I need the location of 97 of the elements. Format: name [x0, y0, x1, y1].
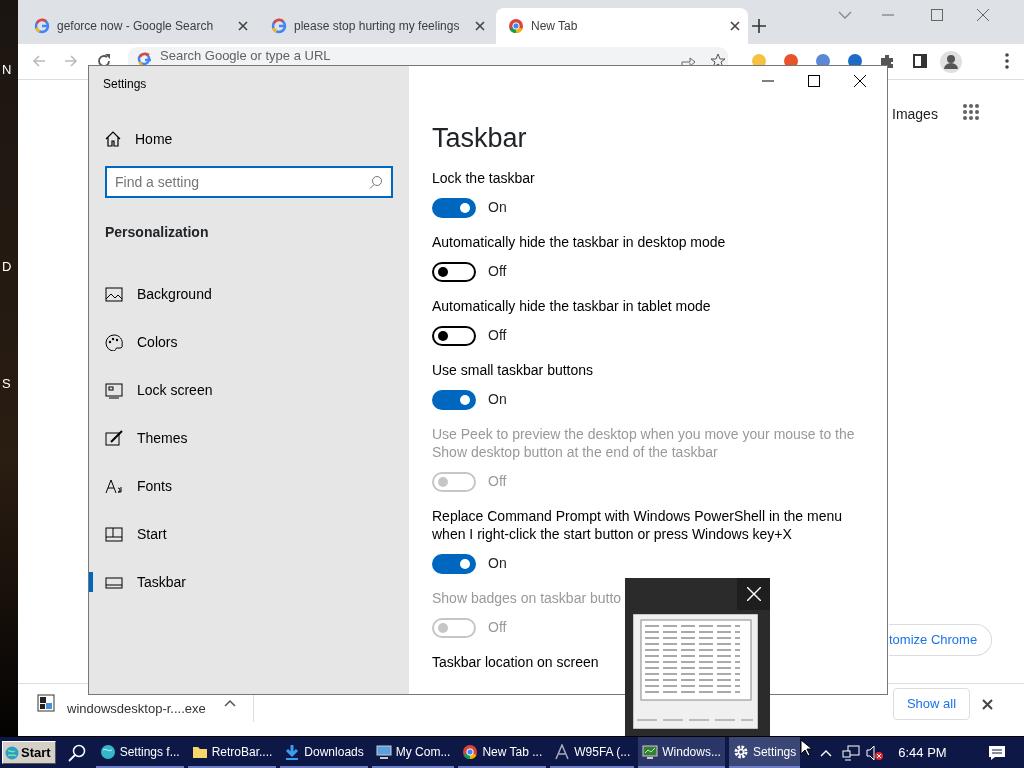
taskbar-button[interactable]: Settings	[728, 737, 801, 768]
nav-item[interactable]: Start	[89, 510, 167, 558]
side-panel-icon[interactable]	[913, 54, 927, 68]
browser-tab[interactable]: please stop hurting my feelings	[259, 8, 493, 44]
setting-label: Show badges on taskbar butto	[432, 589, 622, 607]
nav-item[interactable]: Lock screen	[89, 366, 213, 414]
search-field[interactable]: Find a setting	[105, 166, 393, 198]
globe-icon	[99, 743, 116, 760]
notification-icon[interactable]	[988, 744, 1006, 761]
setting-label: Automatically hide the taskbar in desktop mode	[432, 233, 726, 251]
chevron-icon[interactable]	[820, 748, 833, 757]
share-icon[interactable]	[680, 54, 696, 68]
setting-label: Taskbar location on screen	[432, 653, 599, 671]
toggle-state: On	[488, 198, 507, 217]
search-icon[interactable]	[67, 743, 86, 762]
chrome-icon	[508, 18, 524, 34]
profile-icon[interactable]	[940, 51, 962, 73]
monitor-icon	[642, 743, 659, 760]
address-placeholder: Search Google or type a URL	[160, 48, 331, 63]
volume-muted-icon[interactable]	[866, 744, 885, 761]
toggle-switch[interactable]	[432, 325, 476, 346]
browser-tab[interactable]: geforce now - Google Search	[22, 8, 256, 44]
toggle-switch[interactable]	[432, 197, 476, 218]
close-icon[interactable]	[982, 699, 993, 710]
nav-item[interactable]: Themes	[89, 414, 188, 462]
taskbar-button[interactable]: Settings f...	[95, 737, 184, 768]
toggle-switch[interactable]	[432, 261, 476, 282]
google-icon	[137, 52, 151, 66]
home-icon	[105, 131, 121, 147]
taskbar-button[interactable]: New Tab ...	[458, 737, 547, 768]
computer-icon	[375, 743, 392, 760]
show-all-button[interactable]: Show all	[893, 688, 970, 720]
nav-item[interactable]: Background	[89, 270, 212, 318]
brush-icon	[105, 429, 123, 447]
taskbar-button[interactable]: W95FA (...	[550, 737, 635, 768]
setting-label: Lock the taskbar	[432, 169, 535, 187]
monitor-icon	[105, 381, 123, 399]
toggle-state: Off	[488, 472, 507, 491]
home-link[interactable]: Home	[89, 123, 173, 155]
close-button[interactable]	[737, 578, 770, 610]
gear-icon	[732, 743, 749, 760]
toggle-switch[interactable]	[432, 389, 476, 410]
images-link[interactable]: Images	[892, 104, 938, 125]
chrome-icon	[462, 743, 479, 760]
taskbar-button[interactable]: Windows...	[638, 737, 725, 768]
toggle-state: Off	[488, 262, 507, 281]
page-heading: Taskbar	[432, 122, 527, 155]
setting-label: Use small taskbar buttons	[432, 361, 594, 379]
desktop-icon-label: N	[2, 61, 12, 79]
clock[interactable]: 6:44 PM	[898, 742, 947, 763]
download-icon	[284, 743, 301, 760]
globe-icon	[5, 745, 19, 760]
taskbar-button[interactable]: RetroBar....	[187, 737, 277, 768]
font-icon	[105, 477, 123, 495]
selection-indicator	[89, 572, 93, 592]
start-layout-icon	[105, 525, 123, 543]
mouse-cursor-icon	[800, 739, 813, 757]
google-icon	[34, 18, 50, 34]
nav-item[interactable]: Taskbar	[89, 558, 187, 606]
browser-tab[interactable]: New Tab	[496, 8, 748, 44]
section-heading: Personalization	[105, 223, 209, 242]
customize-chrome-button[interactable]: tomize Chrome	[889, 624, 993, 656]
apps-icon[interactable]	[963, 104, 979, 120]
toggle-state: On	[488, 554, 507, 573]
toggle-state: Off	[488, 618, 507, 637]
address-bar[interactable]	[128, 47, 728, 65]
menu-icon[interactable]	[1005, 53, 1009, 69]
toggle-state: Off	[488, 326, 507, 345]
desktop-icon-label: D	[2, 258, 12, 276]
close-icon[interactable]	[854, 75, 866, 87]
window-title: Settings	[103, 76, 147, 93]
close-icon[interactable]	[475, 21, 485, 31]
setting-label: Automatically hide the taskbar in tablet mode	[432, 297, 711, 315]
network-icon[interactable]	[842, 744, 861, 761]
close-icon[interactable]	[730, 21, 740, 31]
start-button[interactable]: Start	[2, 741, 56, 764]
picture-icon	[105, 285, 123, 303]
taskbar-button[interactable]: Downloads	[280, 737, 368, 768]
tab-search-icon[interactable]	[838, 11, 852, 19]
setting-label: Replace Command Prompt with Windows PowerShell in the menu when I right-click the start button or press Windows key+X	[432, 507, 844, 543]
new-tab-icon[interactable]	[752, 19, 766, 33]
taskbar-button[interactable]: My Com...	[371, 737, 455, 768]
window-thumbnail-drawing[interactable]	[633, 614, 758, 729]
file-icon	[37, 694, 55, 712]
nav-item[interactable]: Colors	[89, 318, 178, 366]
toggle-switch[interactable]	[432, 553, 476, 574]
toggle-state: On	[488, 390, 507, 409]
google-icon	[271, 18, 287, 34]
nav-item[interactable]: Fonts	[89, 462, 172, 510]
download-filename[interactable]: windowsdesktop-r....exe	[67, 699, 206, 719]
desktop-icon-label: S	[2, 375, 11, 393]
palette-icon	[105, 333, 123, 351]
maximize-icon[interactable]	[808, 75, 820, 87]
setting-label: Use Peek to preview the desktop when you move your mouse to the Show desktop button at the end of the taskbar	[432, 425, 856, 461]
caret-icon[interactable]	[224, 699, 236, 707]
font-icon	[554, 743, 571, 760]
close-icon[interactable]	[238, 21, 248, 31]
